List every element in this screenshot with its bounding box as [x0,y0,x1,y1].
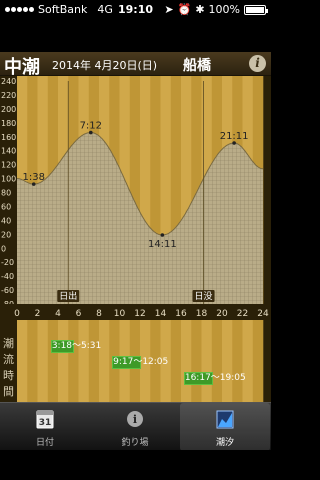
status-bar: SoftBank 4G 19:10 ➤ ⏰ ✱ 100% [0,0,271,20]
y-tick-label: 180 [1,119,16,128]
flow-stripe [191,320,202,402]
y-tick-label: -20 [1,258,14,267]
x-tick-label: 20 [216,309,228,319]
info-icon-text: i [133,413,137,426]
flow-stripe [242,320,254,402]
tab-fishing-spot[interactable]: i 釣り場 [90,403,180,451]
calendar-number: 31 [39,418,52,428]
y-tick-label: 240 [1,77,16,86]
x-tick-label: 6 [76,309,82,319]
info-button-icon[interactable]: i [249,55,266,72]
x-tick-label: 4 [55,309,61,319]
flow-stripe [252,320,264,402]
calendar-icon: 31 [36,409,54,429]
location-icon: ➤ [164,3,174,16]
date-label[interactable]: 2014年 4月20日(日) [52,57,157,73]
tide-flow-period: 3:18〜5:31 [50,340,101,353]
tide-flow-period: 16:17〜19:05 [183,372,246,385]
x-tick-label: 24 [257,309,269,319]
tide-flow-period: 9:17〜12:05 [112,356,169,369]
x-tick-label: 8 [96,309,102,319]
bottom-bar [0,450,271,480]
x-tick-label: 0 [14,309,20,319]
extreme-point [160,233,165,237]
sunset-label: 日没 [195,291,213,302]
battery-percent: 100% [208,3,240,16]
y-tick-label: 40 [1,216,11,225]
tide-flow-panel: 潮流時間 3:18〜5:31 9:17〜12:05 16:17〜19:05 [0,320,271,402]
x-tick-label: 16 [175,309,187,319]
tide-chart[interactable]: -80-60-40-200204060801001201401601802002… [0,76,271,320]
extreme-time-label: 1:38 [23,172,45,183]
tide-flow-label: 潮流時間 [0,320,17,402]
flow-stripe [17,320,28,402]
tab-fishing-spot-label: 釣り場 [121,438,149,448]
tide-flow-label-char: 時 [3,369,14,382]
extreme-time-label: 14:11 [148,239,177,250]
tab-date-label: 日付 [35,438,54,448]
flow-stripe [201,320,213,402]
x-tick-label: 12 [134,309,145,319]
flow-stripe [37,320,49,402]
flow-stripe [222,320,233,402]
tide-flow-label-char: 間 [3,385,14,398]
tab-date[interactable]: 31 日付 [0,403,90,451]
y-tick-label: -40 [1,272,14,281]
tide-chart-icon [216,409,234,429]
tide-flow-label-char: 流 [3,353,14,366]
flow-stripe [211,320,223,402]
x-tick-label: 2 [35,309,41,319]
battery-icon [244,4,268,15]
y-tick-label: 80 [1,189,11,198]
tide-header: 中潮 2014年 4月20日(日) 船橋 i [0,52,271,78]
extreme-time-label: 7:12 [80,121,102,132]
tide-chart-svg: -80-60-40-200204060801001201401601802002… [0,76,271,320]
tab-tide[interactable]: 潮汐 [180,403,270,451]
y-tick-label: 0 [1,244,6,253]
extreme-time-label: 21:11 [220,131,249,142]
y-tick-label: 220 [1,91,16,100]
y-tick-label: 200 [1,105,16,114]
flow-stripe [68,320,79,402]
y-tick-label: 100 [1,175,16,184]
alarm-icon: ⏰ [177,3,192,16]
x-tick-label: 18 [196,309,208,319]
flow-stripe [232,320,243,402]
tide-flow-label-char: 潮 [3,337,14,350]
info-icon: i [126,409,144,429]
tab-tide-label: 潮汐 [215,438,234,448]
flow-stripe [181,320,192,402]
y-tick-label: -60 [1,286,14,295]
flow-stripe [47,320,59,402]
bluetooth-icon: ✱ [195,3,205,16]
flow-stripe [88,320,100,402]
place-name[interactable]: 船橋 [183,55,211,75]
flow-stripe [78,320,90,402]
flow-stripe [27,320,38,402]
y-tick-label: 20 [1,230,11,239]
flow-stripe [58,320,69,402]
y-tick-label: 60 [1,202,11,211]
sunrise-label: 日出 [59,290,77,302]
x-tick-label: 10 [114,309,126,319]
x-tick-label: 14 [155,309,167,319]
y-tick-label: 120 [1,161,16,170]
x-tick-label: 22 [237,309,248,319]
y-tick-label: 160 [1,133,16,142]
flow-stripe [99,320,110,402]
flow-stripe [170,320,182,402]
y-tick-label: 140 [1,147,16,156]
tab-bar: 31 日付 i 釣り場 潮汐 [0,402,271,451]
